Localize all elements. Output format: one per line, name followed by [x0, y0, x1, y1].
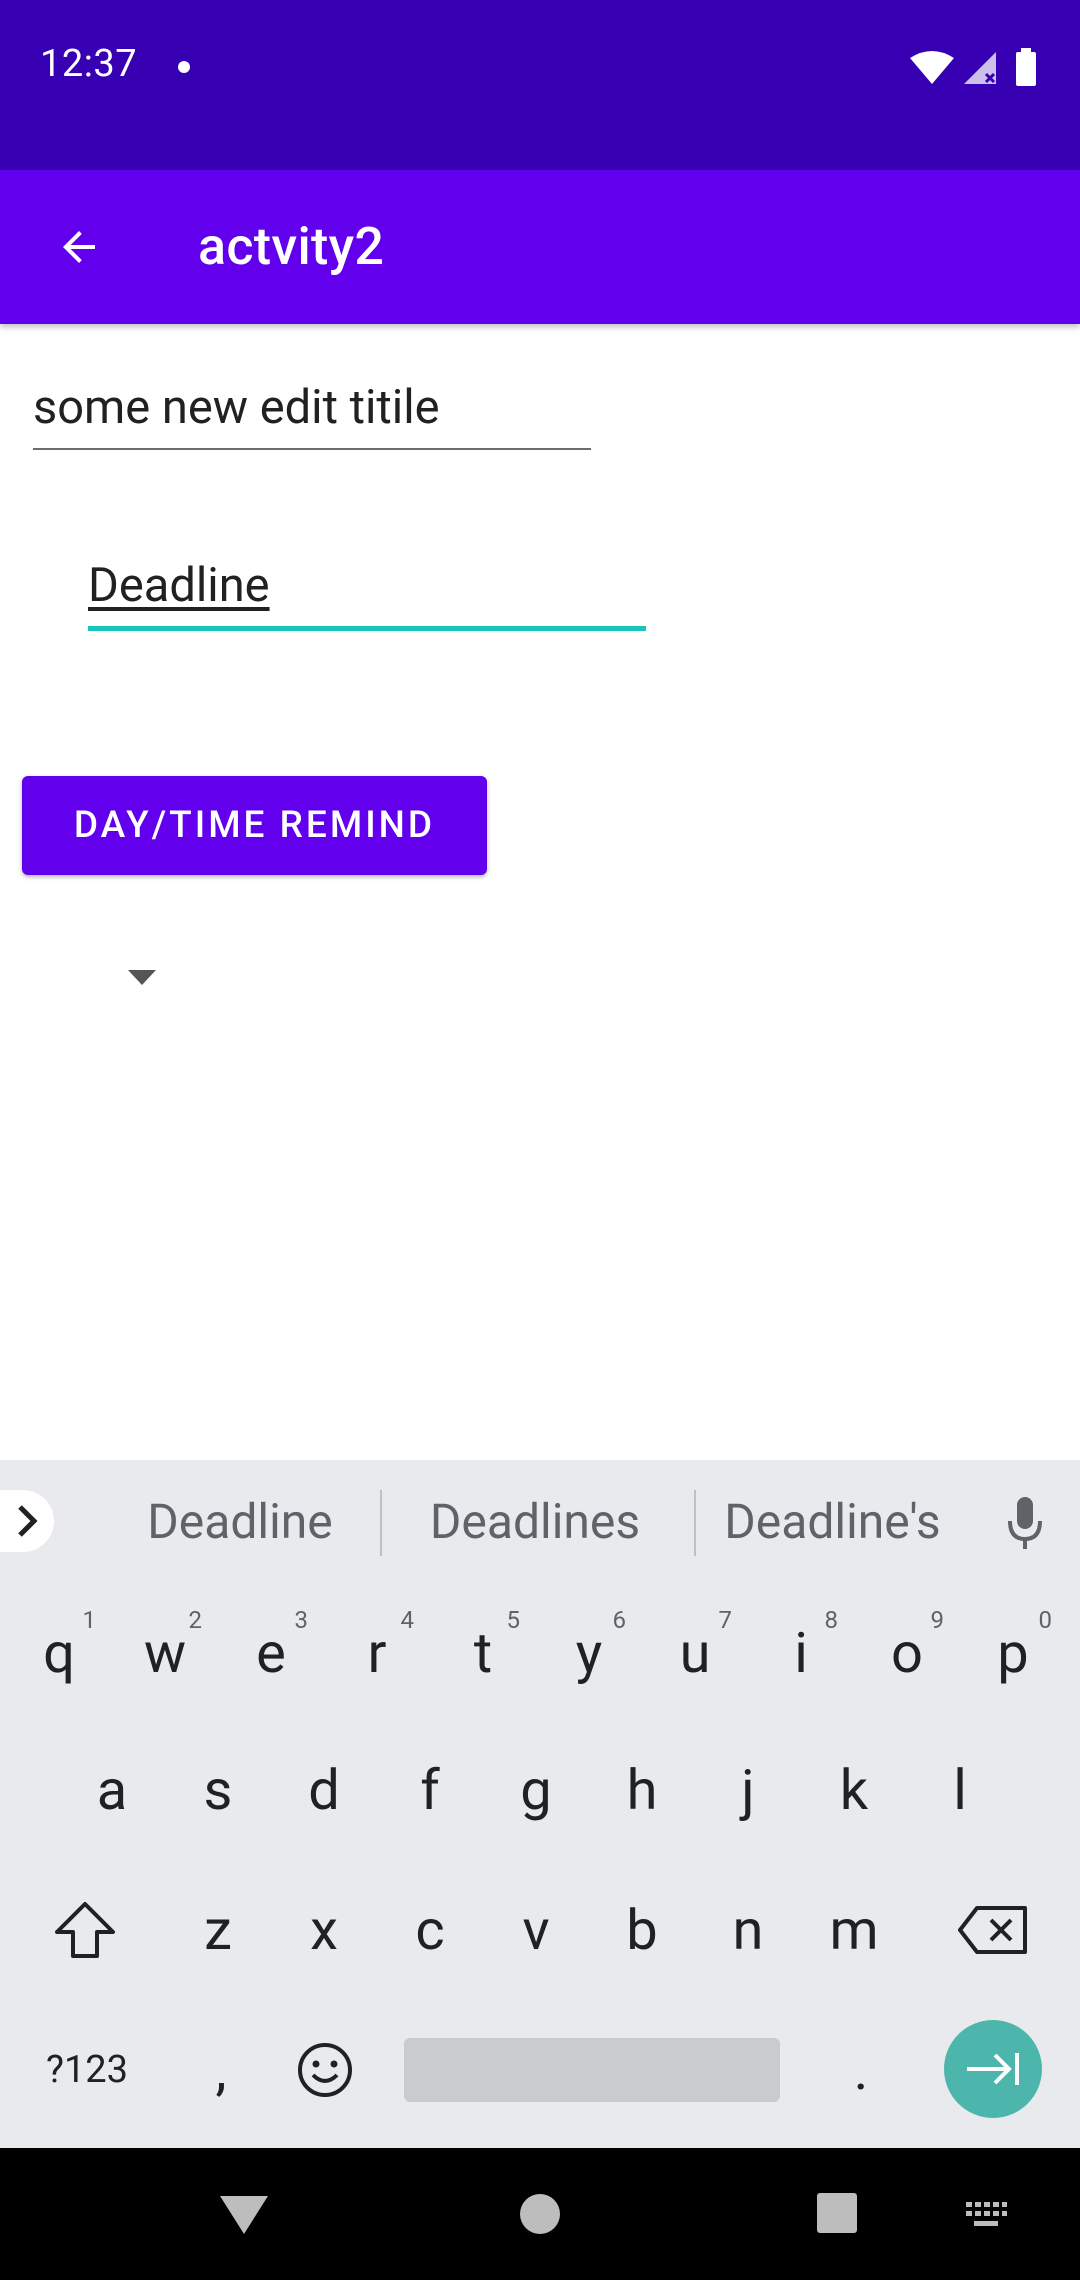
nav-recents-button[interactable] — [816, 2192, 858, 2234]
suggestion-2[interactable]: Deadlines — [405, 1490, 665, 1554]
key-hint: 3 — [294, 1606, 309, 1634]
home-circle-icon — [520, 2194, 560, 2234]
key-a[interactable]: a — [59, 1725, 165, 1855]
title-field[interactable]: some new edit titile — [33, 380, 591, 450]
navigation-bar — [0, 2148, 1080, 2280]
key-w[interactable]: w2 — [112, 1588, 218, 1718]
key-label: o — [891, 1620, 923, 1686]
suggestion-divider — [380, 1490, 382, 1556]
page-title: actvity2 — [198, 216, 385, 277]
shift-key[interactable] — [32, 1865, 138, 1995]
key-u[interactable]: u7 — [642, 1588, 748, 1718]
recents-square-icon — [817, 2193, 857, 2233]
key-label: r — [367, 1620, 387, 1686]
key-i[interactable]: i8 — [748, 1588, 854, 1718]
key-hint: 0 — [1038, 1606, 1053, 1634]
key-label: y — [575, 1620, 603, 1686]
key-y[interactable]: y6 — [536, 1588, 642, 1718]
key-b[interactable]: b — [589, 1865, 695, 1995]
key-s[interactable]: s — [165, 1725, 271, 1855]
status-icons — [910, 48, 1036, 86]
arrow-back-icon — [63, 231, 95, 263]
emoji-icon — [298, 2043, 352, 2097]
notification-dot-icon — [178, 61, 190, 73]
key-label: u — [679, 1620, 711, 1686]
suggestion-3[interactable]: Deadline's — [715, 1490, 950, 1554]
key-q[interactable]: q1 — [6, 1588, 112, 1718]
key-label: e — [256, 1620, 286, 1686]
key-d[interactable]: d — [271, 1725, 377, 1855]
key-hint: 1 — [82, 1606, 97, 1634]
key-x[interactable]: x — [271, 1865, 377, 1995]
key-r[interactable]: r4 — [324, 1588, 430, 1718]
key-t[interactable]: t5 — [430, 1588, 536, 1718]
key-f[interactable]: f — [377, 1725, 483, 1855]
wifi-icon — [910, 51, 954, 84]
suggestion-1[interactable]: Deadline — [120, 1490, 360, 1554]
key-hint: 4 — [400, 1606, 415, 1634]
key-h[interactable]: h — [589, 1725, 695, 1855]
voice-input-button[interactable] — [995, 1488, 1055, 1558]
key-label: p — [997, 1620, 1029, 1686]
key-hint: 8 — [824, 1606, 839, 1634]
key-hint: 5 — [506, 1606, 521, 1634]
title-field-value: some new edit titile — [33, 380, 440, 435]
key-z[interactable]: z — [165, 1865, 271, 1995]
back-triangle-icon — [220, 2196, 268, 2234]
deadline-field-value: Deadline — [88, 558, 270, 613]
key-hint: 9 — [930, 1606, 945, 1634]
key-n[interactable]: n — [695, 1865, 801, 1995]
key-label: t — [473, 1620, 493, 1686]
keyboard-switch-icon — [966, 2202, 1007, 2226]
comma-key[interactable]: , — [168, 2005, 274, 2135]
expand-suggestions-button[interactable] — [0, 1490, 54, 1552]
key-label: i — [794, 1620, 808, 1686]
key-hint: 2 — [188, 1606, 203, 1634]
backspace-key[interactable] — [940, 1865, 1046, 1995]
key-g[interactable]: g — [483, 1725, 589, 1855]
soft-keyboard: Deadline Deadlines Deadline's q1 w2 e3 r… — [0, 1460, 1080, 2148]
suggestion-strip: Deadline Deadlines Deadline's — [0, 1460, 1080, 1582]
emoji-key[interactable] — [272, 2005, 378, 2135]
key-hint: 6 — [612, 1606, 627, 1634]
key-c[interactable]: c — [377, 1865, 483, 1995]
keyboard-switch-button[interactable] — [964, 2200, 1008, 2230]
nav-home-button[interactable] — [518, 2192, 562, 2236]
status-time: 12:37 — [40, 42, 138, 86]
key-label: q — [43, 1620, 75, 1686]
app-bar: actvity2 — [0, 170, 1080, 324]
enter-next-button[interactable] — [944, 2020, 1042, 2118]
key-e[interactable]: e3 — [218, 1588, 324, 1718]
spinner-dropdown-icon[interactable] — [128, 970, 156, 985]
backspace-icon — [958, 1906, 1027, 1954]
chevron-right-icon — [18, 1505, 38, 1537]
key-m[interactable]: m — [801, 1865, 907, 1995]
deadline-field[interactable]: Deadline — [88, 558, 646, 631]
key-l[interactable]: l — [907, 1725, 1013, 1855]
status-bar: 12:37 — [0, 0, 1080, 170]
tab-next-icon — [967, 2053, 1019, 2085]
nav-back-button[interactable] — [218, 2190, 270, 2238]
key-v[interactable]: v — [483, 1865, 589, 1995]
microphone-icon — [1008, 1497, 1042, 1549]
space-bar[interactable] — [404, 2038, 780, 2102]
key-p[interactable]: p0 — [960, 1588, 1066, 1718]
key-j[interactable]: j — [695, 1725, 801, 1855]
key-hint: 7 — [718, 1606, 733, 1634]
shift-icon — [55, 1902, 115, 1958]
period-key[interactable]: . — [808, 2005, 914, 2135]
suggestion-divider — [694, 1490, 696, 1556]
day-time-remind-button[interactable]: DAY/TIME REMIND — [22, 776, 487, 875]
battery-icon — [1016, 52, 1036, 86]
key-o[interactable]: o9 — [854, 1588, 960, 1718]
back-button[interactable] — [40, 208, 118, 286]
key-k[interactable]: k — [801, 1725, 907, 1855]
key-label: w — [143, 1620, 187, 1686]
symbols-key[interactable]: ?123 — [22, 2005, 152, 2135]
